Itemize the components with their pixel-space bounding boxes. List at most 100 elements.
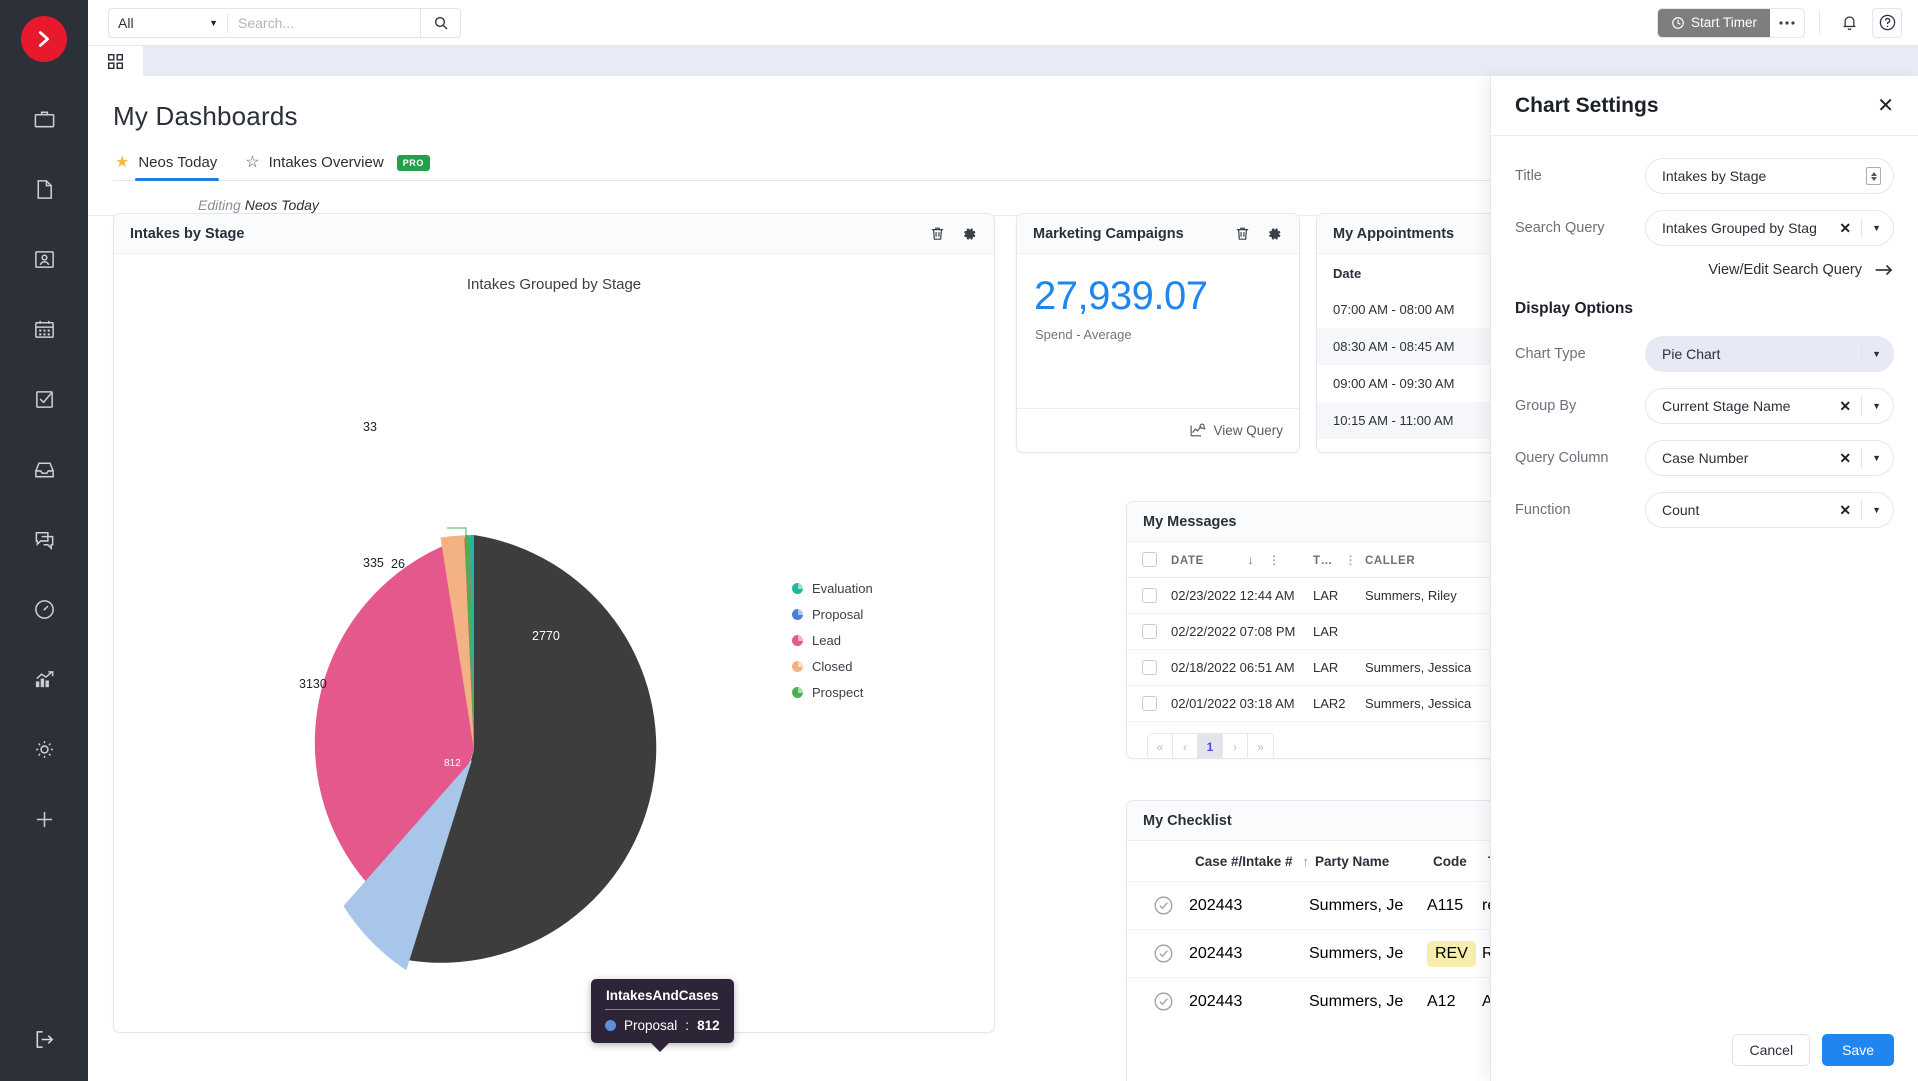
sidebar-item-briefcase[interactable] bbox=[23, 98, 65, 140]
legend-item[interactable]: Prospect bbox=[792, 685, 873, 700]
trash-icon[interactable] bbox=[929, 225, 946, 242]
search-query-select[interactable]: Intakes Grouped by Stag ✕ ▼ bbox=[1645, 210, 1894, 246]
pie-chart[interactable]: 33 335 26 2770 3130 812 Evaluation Propo… bbox=[114, 293, 994, 993]
search-icon bbox=[434, 16, 448, 30]
pagination-first[interactable]: « bbox=[1148, 734, 1173, 758]
help-button[interactable] bbox=[1872, 7, 1902, 38]
group-by-select[interactable]: Current Stage Name ✕ ▼ bbox=[1645, 388, 1894, 424]
view-query-link[interactable]: View Query bbox=[1213, 423, 1283, 438]
trash-icon[interactable] bbox=[1234, 225, 1251, 242]
search-input[interactable] bbox=[228, 8, 420, 37]
legend-item[interactable]: Closed bbox=[792, 659, 873, 674]
view-edit-search-query-link[interactable]: View/Edit Search Query bbox=[1515, 262, 1894, 278]
row-checkbox[interactable] bbox=[1127, 696, 1171, 711]
code-badge: REV bbox=[1427, 940, 1476, 967]
pagination-page-1[interactable]: 1 bbox=[1198, 734, 1223, 758]
clear-icon[interactable]: ✕ bbox=[1839, 398, 1851, 415]
chart-type-select[interactable]: Pie Chart ▼ bbox=[1645, 336, 1894, 372]
sidebar-item-add[interactable] bbox=[23, 798, 65, 840]
sidebar-item-tasks[interactable] bbox=[23, 378, 65, 420]
cell-code: A115 bbox=[1427, 896, 1464, 914]
sidebar-item-messages[interactable] bbox=[23, 518, 65, 560]
sidebar-item-documents[interactable] bbox=[23, 168, 65, 210]
rail-item-list bbox=[23, 98, 65, 840]
metric-value: 27,939.07 bbox=[1034, 274, 1208, 318]
tooltip-value: 812 bbox=[697, 1018, 720, 1033]
legend-label: Lead bbox=[812, 633, 841, 648]
group-by-value: Current Stage Name bbox=[1662, 398, 1791, 414]
sidebar-logout[interactable] bbox=[0, 1028, 88, 1051]
chevron-down-icon[interactable]: ▼ bbox=[1872, 401, 1881, 411]
legend-item[interactable]: Proposal bbox=[792, 607, 873, 622]
app-logo[interactable] bbox=[21, 16, 67, 62]
sort-desc-icon[interactable]: ↓ bbox=[1248, 553, 1255, 567]
stepper-icon[interactable] bbox=[1866, 167, 1881, 185]
sidebar-item-settings[interactable] bbox=[23, 728, 65, 770]
column-header-code[interactable]: Code bbox=[1433, 854, 1488, 869]
column-header-type[interactable]: T… ⋮ bbox=[1313, 553, 1365, 567]
notifications-button[interactable] bbox=[1834, 8, 1864, 38]
select-all-checkbox[interactable] bbox=[1127, 552, 1171, 567]
column-header-case[interactable]: Case #/Intake # ↑ bbox=[1195, 854, 1315, 869]
chevron-down-icon[interactable]: ▼ bbox=[1872, 349, 1881, 359]
cell-date: 02/18/2022 06:51 AM bbox=[1171, 660, 1295, 675]
panel-title: Chart Settings bbox=[1515, 93, 1659, 117]
cell-type: LAR bbox=[1313, 624, 1339, 639]
star-filled-icon[interactable]: ★ bbox=[115, 154, 129, 171]
column-menu-icon[interactable]: ⋮ bbox=[1345, 553, 1358, 567]
complete-task-button[interactable] bbox=[1137, 895, 1189, 916]
clear-icon[interactable]: ✕ bbox=[1839, 502, 1851, 519]
cancel-button[interactable]: Cancel bbox=[1732, 1034, 1811, 1066]
legend-item[interactable]: Evaluation bbox=[792, 581, 873, 596]
sidebar-item-reports[interactable] bbox=[23, 658, 65, 700]
search-button[interactable] bbox=[420, 8, 460, 37]
sidebar-item-inbox[interactable] bbox=[23, 448, 65, 490]
row-checkbox[interactable] bbox=[1127, 588, 1171, 603]
chevron-down-icon[interactable]: ▼ bbox=[1872, 505, 1881, 515]
column-menu-icon[interactable]: ⋮ bbox=[1268, 553, 1281, 567]
row-checkbox[interactable] bbox=[1127, 624, 1171, 639]
start-timer-label: Start Timer bbox=[1690, 15, 1757, 30]
gear-icon[interactable] bbox=[1265, 225, 1283, 243]
panel-header: Chart Settings ✕ bbox=[1491, 76, 1918, 136]
star-outline-icon[interactable]: ☆ bbox=[245, 154, 259, 171]
legend-item[interactable]: Lead bbox=[792, 633, 873, 648]
field-query-column: Query Column Case Number ✕ ▼ bbox=[1515, 440, 1894, 476]
timer-more-button[interactable] bbox=[1770, 9, 1804, 37]
chevron-down-icon[interactable]: ▼ bbox=[1872, 223, 1881, 233]
widget-title: Intakes by Stage bbox=[130, 225, 245, 242]
chevron-down-icon[interactable]: ▼ bbox=[1872, 453, 1881, 463]
display-options-heading: Display Options bbox=[1515, 300, 1633, 317]
divider bbox=[1861, 219, 1863, 237]
search-scope-value: All bbox=[118, 14, 134, 31]
column-header-party[interactable]: Party Name bbox=[1315, 854, 1433, 869]
sidebar-item-dashboard[interactable] bbox=[23, 588, 65, 630]
column-header-label: Case #/Intake # bbox=[1195, 853, 1293, 869]
pagination-last[interactable]: » bbox=[1248, 734, 1273, 758]
title-input[interactable]: Intakes by Stage bbox=[1645, 158, 1894, 194]
save-button[interactable]: Save bbox=[1822, 1034, 1894, 1066]
sidebar-item-calendar[interactable] bbox=[23, 308, 65, 350]
column-header-date[interactable]: DATE ↓ ⋮ bbox=[1171, 553, 1313, 567]
sort-asc-icon[interactable]: ↑ bbox=[1302, 854, 1309, 869]
function-select[interactable]: Count ✕ ▼ bbox=[1645, 492, 1894, 528]
sidebar-item-contacts[interactable] bbox=[23, 238, 65, 280]
view-query-icon[interactable] bbox=[1189, 422, 1207, 439]
clear-icon[interactable]: ✕ bbox=[1839, 450, 1851, 467]
clear-icon[interactable]: ✕ bbox=[1839, 220, 1851, 237]
cell-case: 202443 bbox=[1189, 992, 1243, 1010]
start-timer-button[interactable]: Start Timer bbox=[1657, 8, 1770, 37]
close-icon[interactable]: ✕ bbox=[1877, 96, 1894, 116]
complete-task-button[interactable] bbox=[1137, 991, 1189, 1012]
complete-task-button[interactable] bbox=[1137, 943, 1189, 964]
pagination-next[interactable]: › bbox=[1223, 734, 1248, 758]
search-scope-select[interactable]: All ▼ bbox=[109, 9, 227, 37]
row-checkbox[interactable] bbox=[1127, 660, 1171, 675]
pagination-prev[interactable]: ‹ bbox=[1173, 734, 1198, 758]
gear-icon[interactable] bbox=[960, 225, 978, 243]
query-column-select[interactable]: Case Number ✕ ▼ bbox=[1645, 440, 1894, 476]
more-horizontal-icon bbox=[1779, 20, 1795, 25]
field-label: Chart Type bbox=[1515, 346, 1586, 362]
checkbox-icon bbox=[1141, 552, 1157, 567]
apps-grid-button[interactable] bbox=[88, 46, 143, 76]
